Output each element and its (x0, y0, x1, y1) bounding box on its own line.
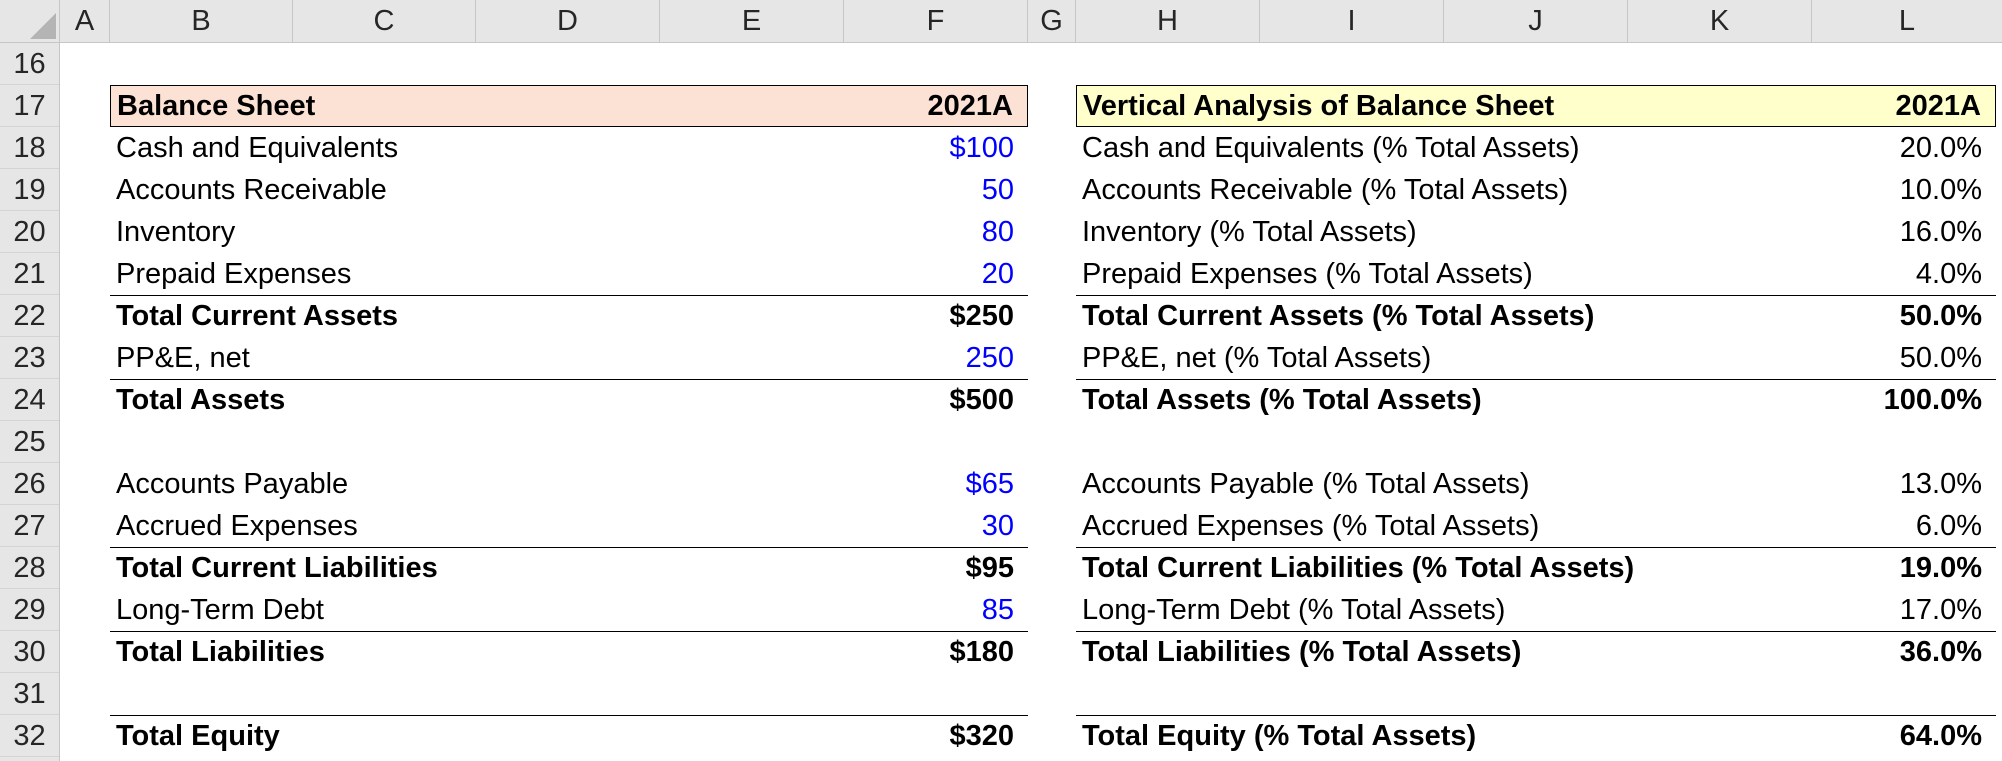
vertical-analysis-header[interactable]: Vertical Analysis of Balance Sheet 2021A (1076, 85, 1996, 127)
bs-value-total-equity[interactable]: $320 (949, 715, 1014, 757)
va-value-cash[interactable]: 20.0% (1900, 127, 1982, 169)
row-header[interactable]: 22 (0, 295, 59, 337)
bs-label-ppe[interactable]: PP&E, net (116, 337, 250, 379)
row-header[interactable]: 18 (0, 127, 59, 169)
row-header[interactable]: 31 (0, 673, 59, 715)
bs-label-total-assets[interactable]: Total Assets (116, 379, 285, 421)
column-header-c[interactable]: C (293, 0, 476, 42)
va-value-receivables[interactable]: 10.0% (1900, 169, 1982, 211)
va-label-total-assets[interactable]: Total Assets (% Total Assets) (1082, 379, 1482, 421)
row-header[interactable]: 29 (0, 589, 59, 631)
row-header[interactable]: 26 (0, 463, 59, 505)
bs-value-total-current-liabilities[interactable]: $95 (966, 547, 1014, 589)
bs-value-receivables[interactable]: 50 (982, 169, 1014, 211)
row-header[interactable]: 20 (0, 211, 59, 253)
row-header[interactable]: 23 (0, 337, 59, 379)
row-header[interactable]: 25 (0, 421, 59, 463)
column-header-b[interactable]: B (110, 0, 293, 42)
bs-label-inventory[interactable]: Inventory (116, 211, 235, 253)
select-all-button[interactable] (0, 0, 60, 42)
bs-value-total-liabilities[interactable]: $180 (949, 631, 1014, 673)
va-label-receivables[interactable]: Accounts Receivable (% Total Assets) (1082, 169, 1568, 211)
va-label-cash[interactable]: Cash and Equivalents (% Total Assets) (1082, 127, 1580, 169)
column-header-l[interactable]: L (1812, 0, 2002, 42)
bs-value-ppe[interactable]: 250 (966, 337, 1014, 379)
va-label-total-current-assets[interactable]: Total Current Assets (% Total Assets) (1082, 295, 1594, 337)
va-value-accrued[interactable]: 6.0% (1916, 505, 1982, 547)
balance-sheet-header[interactable]: Balance Sheet 2021A (110, 85, 1028, 127)
select-all-triangle-icon (30, 13, 56, 39)
column-header-bar: A B C D E F G H I J K L (0, 0, 2002, 43)
row-header[interactable]: 28 (0, 547, 59, 589)
column-header-k[interactable]: K (1628, 0, 1812, 42)
bs-value-prepaid[interactable]: 20 (982, 253, 1014, 295)
bs-label-cash[interactable]: Cash and Equivalents (116, 127, 398, 169)
vertical-analysis-table: Vertical Analysis of Balance Sheet 2021A… (1076, 85, 1996, 761)
column-header-e[interactable]: E (660, 0, 844, 42)
va-value-inventory[interactable]: 16.0% (1900, 211, 1982, 253)
va-value-total-equity[interactable]: 64.0% (1900, 715, 1982, 757)
bs-value-total-assets[interactable]: $500 (949, 379, 1014, 421)
va-label-accrued[interactable]: Accrued Expenses (% Total Assets) (1082, 505, 1539, 547)
column-header-a[interactable]: A (60, 0, 110, 42)
column-header-d[interactable]: D (476, 0, 660, 42)
row-header[interactable]: 16 (0, 43, 59, 85)
row-header[interactable]: 27 (0, 505, 59, 547)
row-header[interactable]: 30 (0, 631, 59, 673)
va-value-total-assets[interactable]: 100.0% (1884, 379, 1982, 421)
bs-label-total-liabilities[interactable]: Total Liabilities (116, 631, 325, 673)
bs-value-cash[interactable]: $100 (949, 127, 1014, 169)
bs-value-long-term-debt[interactable]: 85 (982, 589, 1014, 631)
balance-sheet-period: 2021A (927, 90, 1013, 122)
balance-sheet-title: Balance Sheet (117, 90, 316, 122)
row-header[interactable]: 32 (0, 715, 59, 757)
balance-sheet-table: Balance Sheet 2021A Cash and Equivalents… (110, 85, 1028, 761)
bs-label-accrued[interactable]: Accrued Expenses (116, 505, 358, 547)
column-header-i[interactable]: I (1260, 0, 1444, 42)
va-label-total-equity[interactable]: Total Equity (% Total Assets) (1082, 715, 1476, 757)
bs-label-total-current-assets[interactable]: Total Current Assets (116, 295, 398, 337)
row-header[interactable]: 21 (0, 253, 59, 295)
bs-value-payables[interactable]: $65 (966, 463, 1014, 505)
column-header-h[interactable]: H (1076, 0, 1260, 42)
va-label-total-liabilities[interactable]: Total Liabilities (% Total Assets) (1082, 631, 1521, 673)
bs-label-payables[interactable]: Accounts Payable (116, 463, 348, 505)
row-header[interactable]: 19 (0, 169, 59, 211)
bs-value-accrued[interactable]: 30 (982, 505, 1014, 547)
va-label-ppe[interactable]: PP&E, net (% Total Assets) (1082, 337, 1431, 379)
bs-label-receivables[interactable]: Accounts Receivable (116, 169, 387, 211)
bs-label-prepaid[interactable]: Prepaid Expenses (116, 253, 351, 295)
va-label-total-current-liabilities[interactable]: Total Current Liabilities (% Total Asset… (1082, 547, 1634, 589)
va-label-inventory[interactable]: Inventory (% Total Assets) (1082, 211, 1417, 253)
column-header-g[interactable]: G (1028, 0, 1076, 42)
va-value-total-current-assets[interactable]: 50.0% (1900, 295, 1982, 337)
bs-label-total-current-liabilities[interactable]: Total Current Liabilities (116, 547, 438, 589)
va-value-ppe[interactable]: 50.0% (1900, 337, 1982, 379)
va-value-total-current-liabilities[interactable]: 19.0% (1900, 547, 1982, 589)
va-value-long-term-debt[interactable]: 17.0% (1900, 589, 1982, 631)
vertical-analysis-title: Vertical Analysis of Balance Sheet (1083, 90, 1555, 122)
bs-value-inventory[interactable]: 80 (982, 211, 1014, 253)
va-label-prepaid[interactable]: Prepaid Expenses (% Total Assets) (1082, 253, 1533, 295)
vertical-analysis-period: 2021A (1895, 90, 1981, 122)
va-label-long-term-debt[interactable]: Long-Term Debt (% Total Assets) (1082, 589, 1505, 631)
bs-value-total-current-assets[interactable]: $250 (949, 295, 1014, 337)
column-header-j[interactable]: J (1444, 0, 1628, 42)
va-value-payables[interactable]: 13.0% (1900, 463, 1982, 505)
va-label-payables[interactable]: Accounts Payable (% Total Assets) (1082, 463, 1530, 505)
row-header-bar: 16 17 18 19 20 21 22 23 24 25 26 27 28 2… (0, 43, 60, 761)
va-value-prepaid[interactable]: 4.0% (1916, 253, 1982, 295)
row-header[interactable]: 17 (0, 85, 59, 127)
bs-label-total-equity[interactable]: Total Equity (116, 715, 280, 757)
va-value-total-liabilities[interactable]: 36.0% (1900, 631, 1982, 673)
bs-label-long-term-debt[interactable]: Long-Term Debt (116, 589, 324, 631)
row-header[interactable]: 24 (0, 379, 59, 421)
column-header-f[interactable]: F (844, 0, 1028, 42)
